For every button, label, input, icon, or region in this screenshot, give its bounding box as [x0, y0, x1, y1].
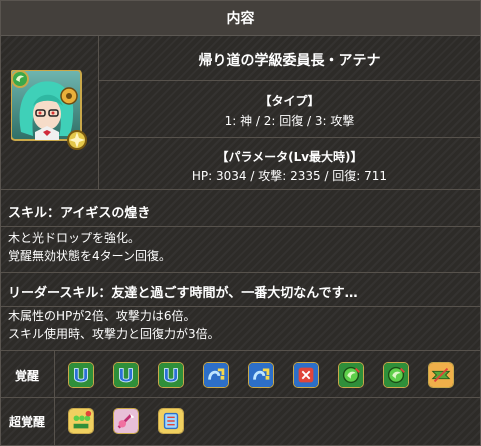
divider	[1, 226, 480, 227]
table-header: 内容	[1, 1, 480, 36]
divider	[1, 306, 480, 307]
enhanced-combos-icon[interactable]	[68, 408, 94, 434]
divider	[1, 189, 480, 190]
param-heading: 【パラメータ(Lv最大時)】	[216, 150, 363, 164]
skill-line2: 覚醒無効状態を4ターン回復。	[8, 249, 172, 263]
awoken-bind-resist-icon[interactable]	[158, 408, 184, 434]
wood-row-icon[interactable]	[338, 362, 364, 388]
recover-bind-icon[interactable]	[428, 362, 454, 388]
divider	[1, 397, 480, 398]
divider	[99, 80, 480, 81]
skill-boost-icon[interactable]	[113, 362, 139, 388]
leader-line1: 木属性のHPが2倍、攻撃力は6倍。	[8, 309, 196, 323]
awakening-label: 覚醒	[14, 369, 39, 383]
skill-boost-icon[interactable]	[68, 362, 94, 388]
wood-row-icon[interactable]	[383, 362, 409, 388]
super-awakening-label: 超覚醒	[8, 415, 45, 429]
leader-skill-title: リーダースキル：友達と過ごす時間が、一番大切なんです…	[8, 286, 358, 301]
divider	[54, 351, 55, 445]
header-title: 内容	[226, 11, 255, 27]
two-prong-attack-icon[interactable]	[248, 362, 274, 388]
leader-line2: スキル使用時、攻撃力と回復力が3倍。	[8, 327, 220, 341]
guard-break-icon[interactable]	[113, 408, 139, 434]
skill-line1: 木と光ドロップを強化。	[8, 231, 141, 245]
two-prong-attack-icon[interactable]	[203, 362, 229, 388]
divider	[1, 350, 480, 351]
athena-portrait-icon[interactable]	[10, 69, 89, 152]
param-text: HP: 3034 / 攻撃: 2335 / 回復: 711	[191, 169, 388, 183]
divider	[1, 272, 480, 273]
type-text: 1: 神 / 2: 回復 / 3: 攻撃	[224, 114, 355, 128]
skill-title: スキル：アイギスの煌き	[8, 206, 151, 221]
skill-bind-resist-icon[interactable]	[293, 362, 319, 388]
skill-boost-icon[interactable]	[158, 362, 184, 388]
detail-table: 内容 帰り道の学級委員長・アテナ 【タイプ】 1: 神 / 2: 回復 / 3:…	[0, 0, 481, 446]
type-heading: 【タイプ】	[259, 94, 320, 108]
monster-name: 帰り道の学級委員長・アテナ	[198, 53, 381, 69]
divider	[99, 137, 480, 138]
